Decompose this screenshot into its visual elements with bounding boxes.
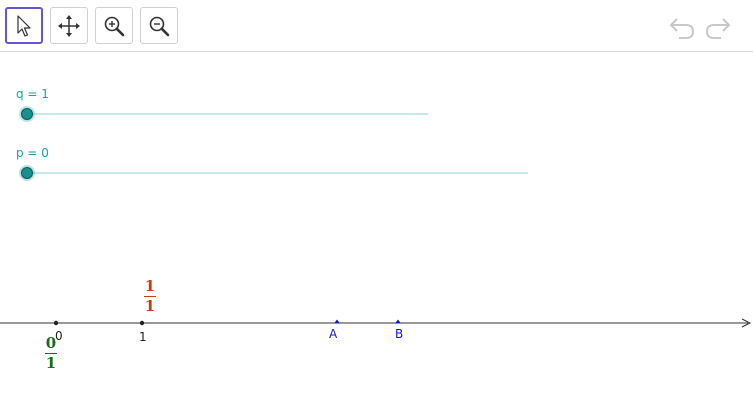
zoom-in-button[interactable] xyxy=(95,7,133,44)
zoom-in-icon xyxy=(104,16,125,36)
fraction-one-denominator: 1 xyxy=(144,297,156,315)
point-b-marker[interactable] xyxy=(395,319,401,324)
redo-button[interactable] xyxy=(703,13,733,41)
arrow-cursor-icon xyxy=(17,14,31,37)
undo-icon xyxy=(669,18,695,39)
toolbar xyxy=(0,0,753,52)
slider-p-label: p = 0 xyxy=(16,146,49,160)
fraction-one-numerator: 1 xyxy=(144,277,156,295)
undo-button[interactable] xyxy=(667,13,697,41)
number-line xyxy=(0,318,752,328)
move-graphics-view-button[interactable] xyxy=(50,7,88,44)
graphics-view[interactable]: q = 1 p = 0 0 1 A B 1 1 0 1 xyxy=(0,53,753,400)
slider-p[interactable] xyxy=(0,162,540,186)
slider-q[interactable] xyxy=(0,103,440,127)
slider-q-label: q = 1 xyxy=(16,87,49,101)
zoom-out-icon xyxy=(149,16,170,36)
fraction-zero-over-one: 0 1 xyxy=(43,335,59,372)
point-a-label: A xyxy=(329,327,338,341)
move-tool-button[interactable] xyxy=(5,7,43,44)
point-one[interactable] xyxy=(139,320,145,326)
slider-p-handle[interactable] xyxy=(21,167,33,179)
four-way-arrows-icon xyxy=(58,14,80,37)
tick-label-one: 1 xyxy=(139,330,147,344)
fraction-zero-numerator: 0 xyxy=(45,334,57,352)
point-zero[interactable] xyxy=(53,320,59,326)
point-b-label: B xyxy=(395,327,404,341)
slider-q-handle[interactable] xyxy=(21,108,33,120)
point-a-marker[interactable] xyxy=(334,319,340,324)
fraction-zero-denominator: 1 xyxy=(45,354,57,372)
fraction-one-over-one: 1 1 xyxy=(142,278,158,315)
redo-icon xyxy=(705,18,731,39)
zoom-out-button[interactable] xyxy=(140,7,178,44)
